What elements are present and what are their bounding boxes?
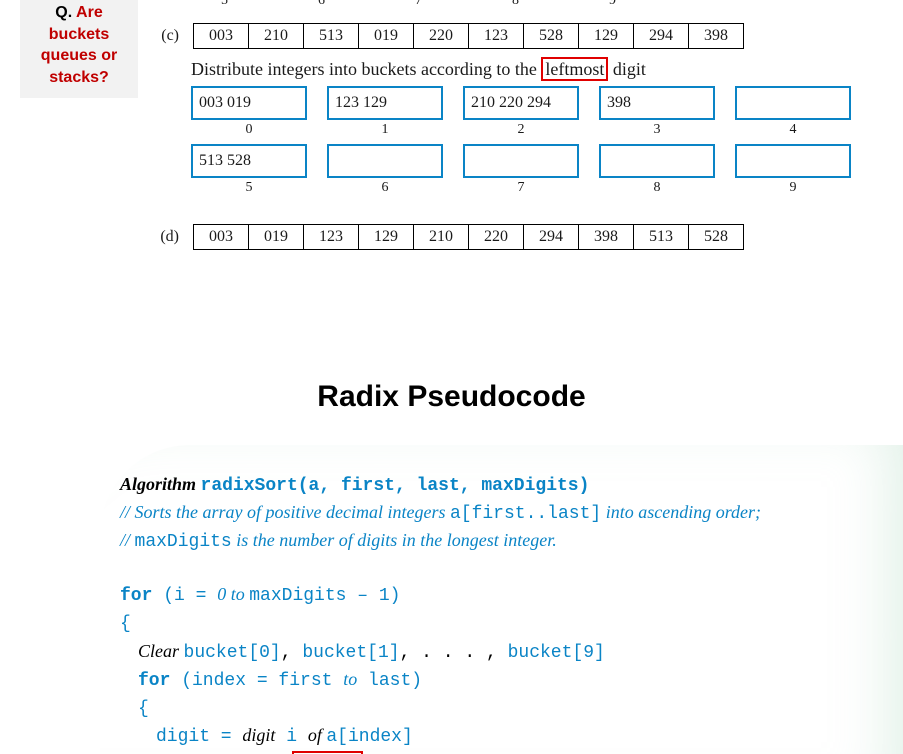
digit-of: of	[308, 725, 327, 745]
algo-keyword: Algorithm	[120, 474, 196, 494]
comment-line: into ascending order;	[601, 502, 761, 522]
slide-title: Radix Pseudocode	[0, 380, 903, 414]
radix-diagram: 5 6 7 8 9 (c) 003 210 513 019 220 123 52…	[150, 0, 898, 295]
bucket-box	[735, 86, 851, 120]
for-body: last)	[357, 671, 422, 691]
seq-cell: 210	[414, 224, 469, 250]
digit-i: i	[275, 727, 307, 747]
bucket-label: 2	[518, 122, 525, 138]
code-token: a[first..last]	[450, 504, 601, 524]
row-d-sequence: 003 019 123 129 210 220 294 398 513 528	[193, 224, 744, 250]
bucket-label: 9	[790, 180, 797, 196]
caption-text: digit	[613, 59, 646, 79]
bucket-label: 1	[382, 122, 389, 138]
digit-label: 9	[609, 0, 616, 9]
seq-cell: 398	[579, 224, 634, 250]
for-body: maxDigits – 1)	[249, 586, 400, 606]
seq-cell: 528	[689, 224, 744, 250]
buckets-row-2: 513 528 5 6 7 8 9	[191, 144, 897, 196]
seq-cell: 398	[689, 23, 744, 49]
question-text: Are buckets queues or stacks?	[41, 4, 117, 86]
bucket-box	[327, 144, 443, 178]
seq-cell: 129	[579, 23, 634, 49]
code-token: bucket[0]	[184, 643, 281, 663]
bucket-box: 210 220 294	[463, 86, 579, 120]
digit-word: digit	[242, 725, 275, 745]
buckets-row-1: 003 019 0 123 129 1 210 220 294 2 398 3 4	[191, 86, 897, 138]
question-prefix: Q.	[55, 4, 72, 21]
bucket-label: 3	[654, 122, 661, 138]
bucket-box	[599, 144, 715, 178]
for-body: 0 to	[217, 584, 249, 604]
code-token: a[index]	[326, 727, 412, 747]
bucket-label: 4	[790, 122, 797, 138]
brace: {	[120, 614, 131, 634]
seq-cell: 528	[524, 23, 579, 49]
digit-assign: digit =	[156, 727, 242, 747]
pseudocode: Algorithm radixSort(a, first, last, maxD…	[120, 471, 893, 754]
for-to: to	[343, 669, 357, 689]
bucket-box: 123 129	[327, 86, 443, 120]
seq-cell: 220	[414, 23, 469, 49]
seq-cell: 019	[249, 224, 304, 250]
pseudocode-card: Algorithm radixSort(a, first, last, maxD…	[100, 445, 903, 754]
clear-text: Clear	[138, 641, 184, 661]
bucket-box	[735, 144, 851, 178]
seq-cell: 129	[359, 224, 414, 250]
brace: {	[138, 699, 149, 719]
bucket-box	[463, 144, 579, 178]
row-c-sequence: 003 210 513 019 220 123 528 129 294 398	[193, 23, 744, 49]
distribute-caption: Distribute integers into buckets accordi…	[191, 59, 897, 80]
for-keyword: for	[138, 671, 170, 691]
top-digit-labels: 5 6 7 8 9	[221, 0, 897, 9]
seq-cell: 019	[359, 23, 414, 49]
for-body: (i =	[152, 586, 217, 606]
bucket-label: 8	[654, 180, 661, 196]
question-box: Q. Are buckets queues or stacks?	[20, 0, 138, 98]
seq-cell: 003	[193, 23, 249, 49]
algo-signature: radixSort(a, first, last, maxDigits)	[201, 476, 590, 496]
comment-line: is the number of digits in the longest i…	[232, 530, 557, 550]
bucket-label: 0	[246, 122, 253, 138]
bucket-box: 003 019	[191, 86, 307, 120]
code-token: bucket[9]	[508, 643, 605, 663]
comment-line: // Sorts the array of positive decimal i…	[120, 502, 450, 522]
bucket-label: 6	[382, 180, 389, 196]
digit-label: 6	[318, 0, 325, 9]
bucket-box: 398	[599, 86, 715, 120]
slide-radix-example: Q. Are buckets queues or stacks? 5 6 7 8…	[0, 0, 903, 300]
seq-cell: 294	[524, 224, 579, 250]
caption-highlight: leftmost	[541, 57, 608, 81]
for-body: (index = first	[170, 671, 343, 691]
seq-cell: 220	[469, 224, 524, 250]
bucket-label: 7	[518, 180, 525, 196]
comment-line: //	[120, 530, 135, 550]
seq-cell: 513	[634, 224, 689, 250]
sep: ,	[281, 643, 303, 663]
seq-cell: 513	[304, 23, 359, 49]
seq-cell: 210	[249, 23, 304, 49]
bucket-box: 513 528	[191, 144, 307, 178]
seq-cell: 003	[193, 224, 249, 250]
sep: , . . . ,	[400, 643, 508, 663]
code-token: bucket[1]	[302, 643, 399, 663]
code-token: maxDigits	[135, 532, 232, 552]
seq-cell: 123	[304, 224, 359, 250]
digit-label: 5	[221, 0, 228, 9]
digit-label: 8	[512, 0, 519, 9]
seq-cell: 123	[469, 23, 524, 49]
seq-cell: 294	[634, 23, 689, 49]
digit-label: 7	[415, 0, 422, 9]
bucket-label: 5	[246, 180, 253, 196]
slide-radix-pseudocode: Radix Pseudocode Algorithm radixSort(a, …	[0, 300, 903, 754]
for-keyword: for	[120, 586, 152, 606]
row-d-label: (d)	[151, 228, 179, 246]
row-c-label: (c)	[151, 27, 179, 45]
caption-text: Distribute integers into buckets accordi…	[191, 59, 537, 79]
